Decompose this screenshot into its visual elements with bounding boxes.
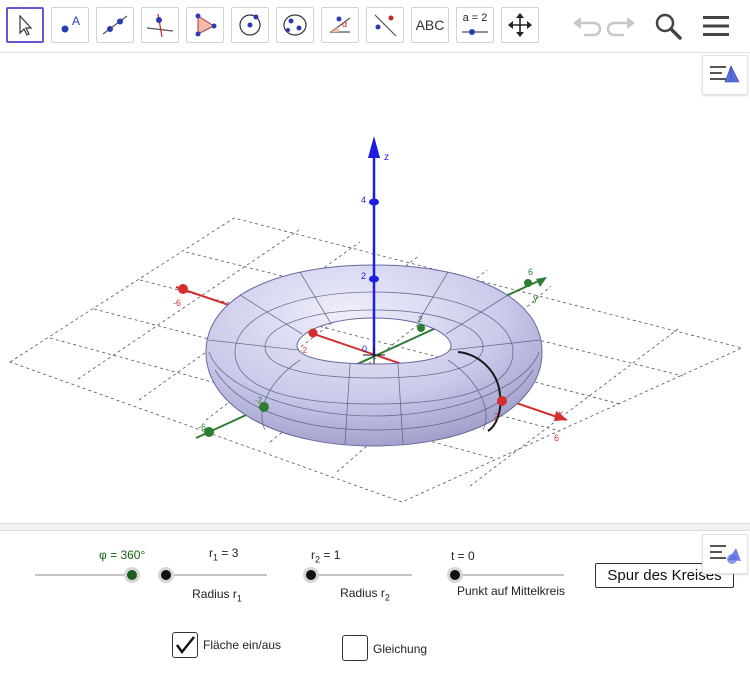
slider-r2-track[interactable]	[311, 574, 412, 576]
view-divider[interactable]	[0, 523, 750, 531]
point-label-icon: A	[61, 14, 80, 33]
triangle-polygon-icon	[195, 13, 217, 37]
z-axis	[368, 136, 380, 356]
slider-tool-button[interactable]: a = 2	[456, 7, 494, 43]
angle-icon: α	[329, 16, 351, 33]
slider-r1-track[interactable]	[166, 574, 267, 576]
y-tick-neg6: -6	[198, 422, 206, 432]
reflect-tool-button[interactable]	[366, 7, 404, 43]
line-through-points-icon	[102, 15, 128, 35]
slider-t-track[interactable]	[455, 574, 564, 576]
y-tick-neg2: -2	[255, 396, 263, 405]
main-menu-button[interactable]	[696, 8, 736, 44]
undo-button[interactable]	[566, 8, 606, 44]
y-tick-2: 2	[418, 315, 423, 324]
x-axis-label: x	[558, 409, 563, 420]
slider-phi-label: φ = 360°	[99, 548, 146, 562]
undo-icon	[573, 17, 602, 37]
graphics-3d-view[interactable]: 0 z 2 4 x 6 -6 -2 2 y 6 -6 2 -2	[0, 53, 750, 523]
redo-button[interactable]	[602, 8, 642, 44]
stylebar-3d-icon	[710, 65, 740, 83]
slider-r1-label: r1 = 3	[209, 546, 239, 563]
toolbar: A α ABC a = 2	[0, 0, 750, 53]
graphics-2d-stylebar-toggle[interactable]	[702, 534, 748, 574]
flaeche-checkbox[interactable]	[172, 632, 198, 658]
reflect-point-icon	[374, 14, 397, 37]
slider-r2-knob[interactable]	[303, 567, 319, 583]
graphics-2d-view: φ = 360° r1 = 3 Radius r1 r2 = 1 Radius …	[0, 531, 750, 690]
svg-text:A: A	[72, 14, 80, 28]
move-graphics-view-tool-button[interactable]	[501, 7, 539, 43]
z-axis-label: z	[384, 152, 389, 163]
y-tick-6: 6	[528, 267, 533, 277]
x-tick-neg6: -6	[173, 298, 181, 308]
graphics-3d-canvas[interactable]: 0 z 2 4 x 6 -6 -2 2 y 6 -6 2 -2	[0, 53, 750, 523]
search-button[interactable]	[648, 8, 688, 44]
redo-icon	[606, 17, 635, 37]
circle-three-points-icon	[283, 14, 307, 36]
angle-tool-alpha: α	[342, 19, 347, 29]
origin-tick: 0	[362, 344, 367, 354]
line-tool-button[interactable]	[96, 7, 134, 43]
arrow-cursor-icon	[19, 14, 33, 36]
move-tool-button[interactable]	[6, 7, 44, 43]
checkmark-icon	[176, 636, 195, 654]
x-tick-2: 2	[494, 412, 499, 421]
z-tick-4: 4	[361, 195, 366, 205]
search-icon	[655, 13, 682, 40]
slider-t-caption: Punkt auf Mittelkreis	[456, 584, 566, 598]
circle-center-point-icon	[239, 14, 261, 36]
xy-grid	[9, 217, 744, 503]
point-tool-button[interactable]: A	[51, 7, 89, 43]
hamburger-menu-icon	[703, 16, 729, 36]
angle-tool-button[interactable]: α	[321, 7, 359, 43]
perpendicular-line-tool-button[interactable]	[141, 7, 179, 43]
move-arrows-icon	[508, 13, 532, 37]
text-tool-button[interactable]: ABC	[411, 7, 449, 43]
stylebar-2d-icon	[710, 545, 741, 564]
circle-tool-button[interactable]	[231, 7, 269, 43]
gleichung-checkbox[interactable]	[342, 635, 368, 661]
sphere-tool-button[interactable]	[276, 7, 314, 43]
text-icon: ABC	[415, 17, 445, 33]
graphics-3d-stylebar-toggle[interactable]	[702, 55, 748, 95]
flaeche-checkbox-label: Fläche ein/aus	[203, 638, 282, 652]
slider-r1-knob[interactable]	[158, 567, 174, 583]
slider-t-knob[interactable]	[447, 567, 463, 583]
perpendicular-icon	[146, 13, 174, 38]
slider-phi-track[interactable]	[35, 574, 132, 576]
slider-phi-knob[interactable]	[124, 567, 140, 583]
gleichung-checkbox-label: Gleichung	[373, 642, 428, 656]
slider-t-label: t = 0	[451, 549, 475, 563]
slider-r2-label: r2 = 1	[311, 548, 341, 565]
x-tick-neg2: -2	[300, 346, 308, 355]
slider-r1-caption: Radius r1	[192, 587, 242, 604]
x-tick-6: 6	[554, 433, 559, 443]
y-axis-label: y	[533, 293, 538, 304]
slider-r2-caption: Radius r2	[340, 586, 390, 603]
slider-icon: a = 2	[457, 8, 493, 42]
z-tick-2: 2	[361, 271, 366, 281]
polygon-tool-button[interactable]	[186, 7, 224, 43]
